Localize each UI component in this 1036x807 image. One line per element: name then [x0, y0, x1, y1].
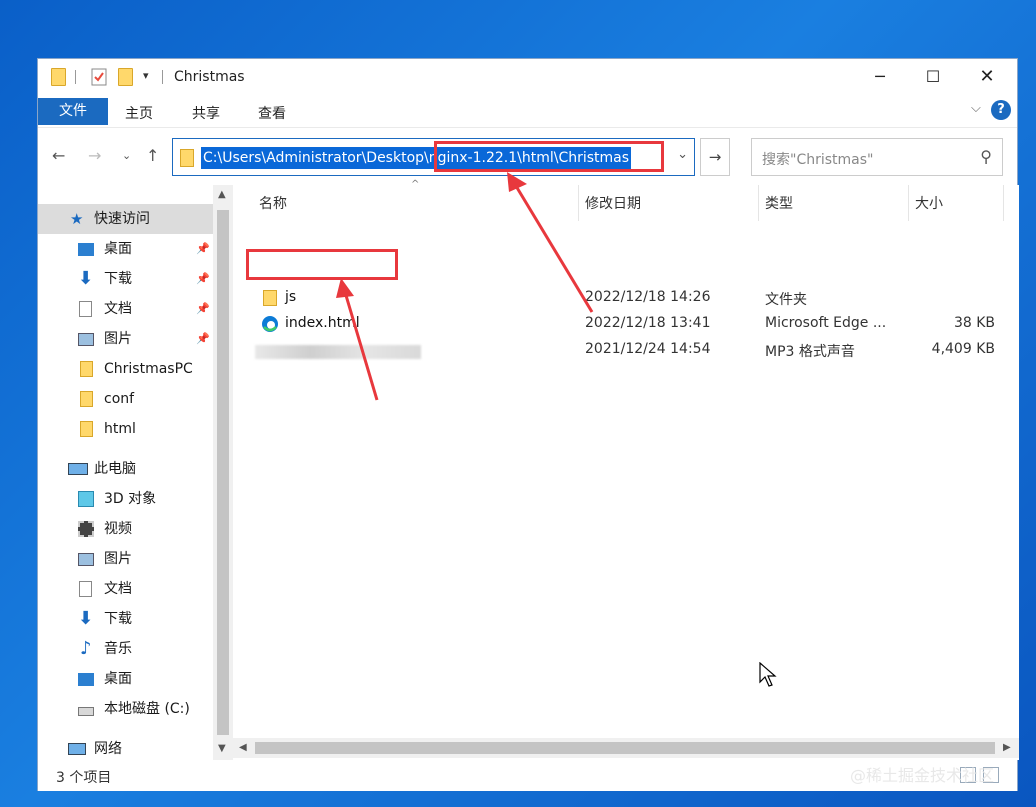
annotation-arrows — [336, 172, 594, 401]
arrow-to-address — [507, 172, 594, 313]
arrow-to-index-file — [336, 278, 379, 401]
watermark-text: @稀土掘金技术社区 — [850, 766, 995, 785]
mouse-cursor — [759, 662, 777, 687]
